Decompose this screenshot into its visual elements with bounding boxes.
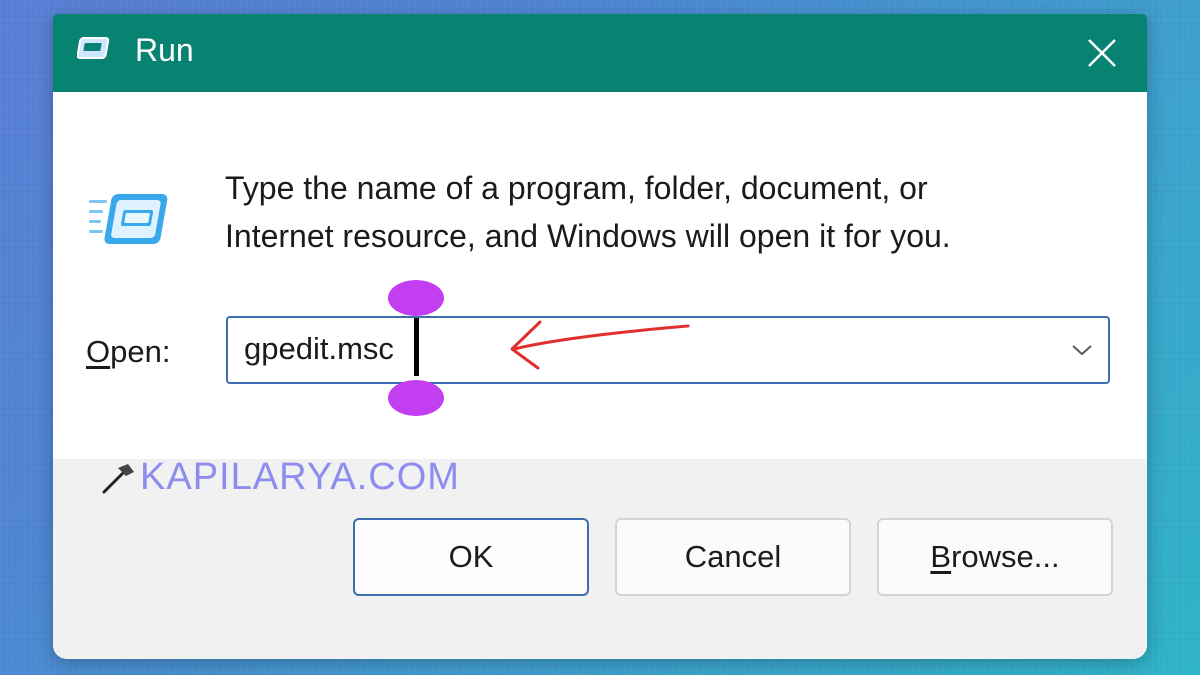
description-text: Type the name of a program, folder, docu… <box>225 164 1105 260</box>
ok-button[interactable]: OK <box>353 518 589 596</box>
close-button[interactable] <box>1057 14 1147 92</box>
browse-button[interactable]: Browse... <box>877 518 1113 596</box>
hammer-icon <box>102 464 134 494</box>
watermark-text: KAPILARYA.COM <box>140 456 460 498</box>
chevron-down-icon[interactable] <box>1070 340 1094 360</box>
open-label: Open: <box>86 334 170 370</box>
open-label-text: pen: <box>110 334 171 369</box>
cancel-button[interactable]: Cancel <box>615 518 851 596</box>
run-window-icon <box>77 37 110 59</box>
browse-label: rowse... <box>951 539 1060 574</box>
run-dialog-icon <box>89 194 168 244</box>
browse-access-key: B <box>930 539 952 574</box>
open-input[interactable]: gpedit.msc <box>244 331 394 367</box>
open-combobox[interactable]: gpedit.msc <box>226 316 1110 384</box>
open-label-access-key: O <box>86 334 111 369</box>
dialog-content: Type the name of a program, folder, docu… <box>53 92 1147 459</box>
window-title: Run <box>135 32 194 68</box>
description-line-1: Type the name of a program, folder, docu… <box>225 170 928 206</box>
title-bar: Run <box>53 14 1147 92</box>
close-icon <box>1088 39 1116 67</box>
run-dialog: Run Type the name of a program, folder, … <box>53 14 1147 659</box>
description-line-2: Internet resource, and Windows will open… <box>225 218 951 254</box>
